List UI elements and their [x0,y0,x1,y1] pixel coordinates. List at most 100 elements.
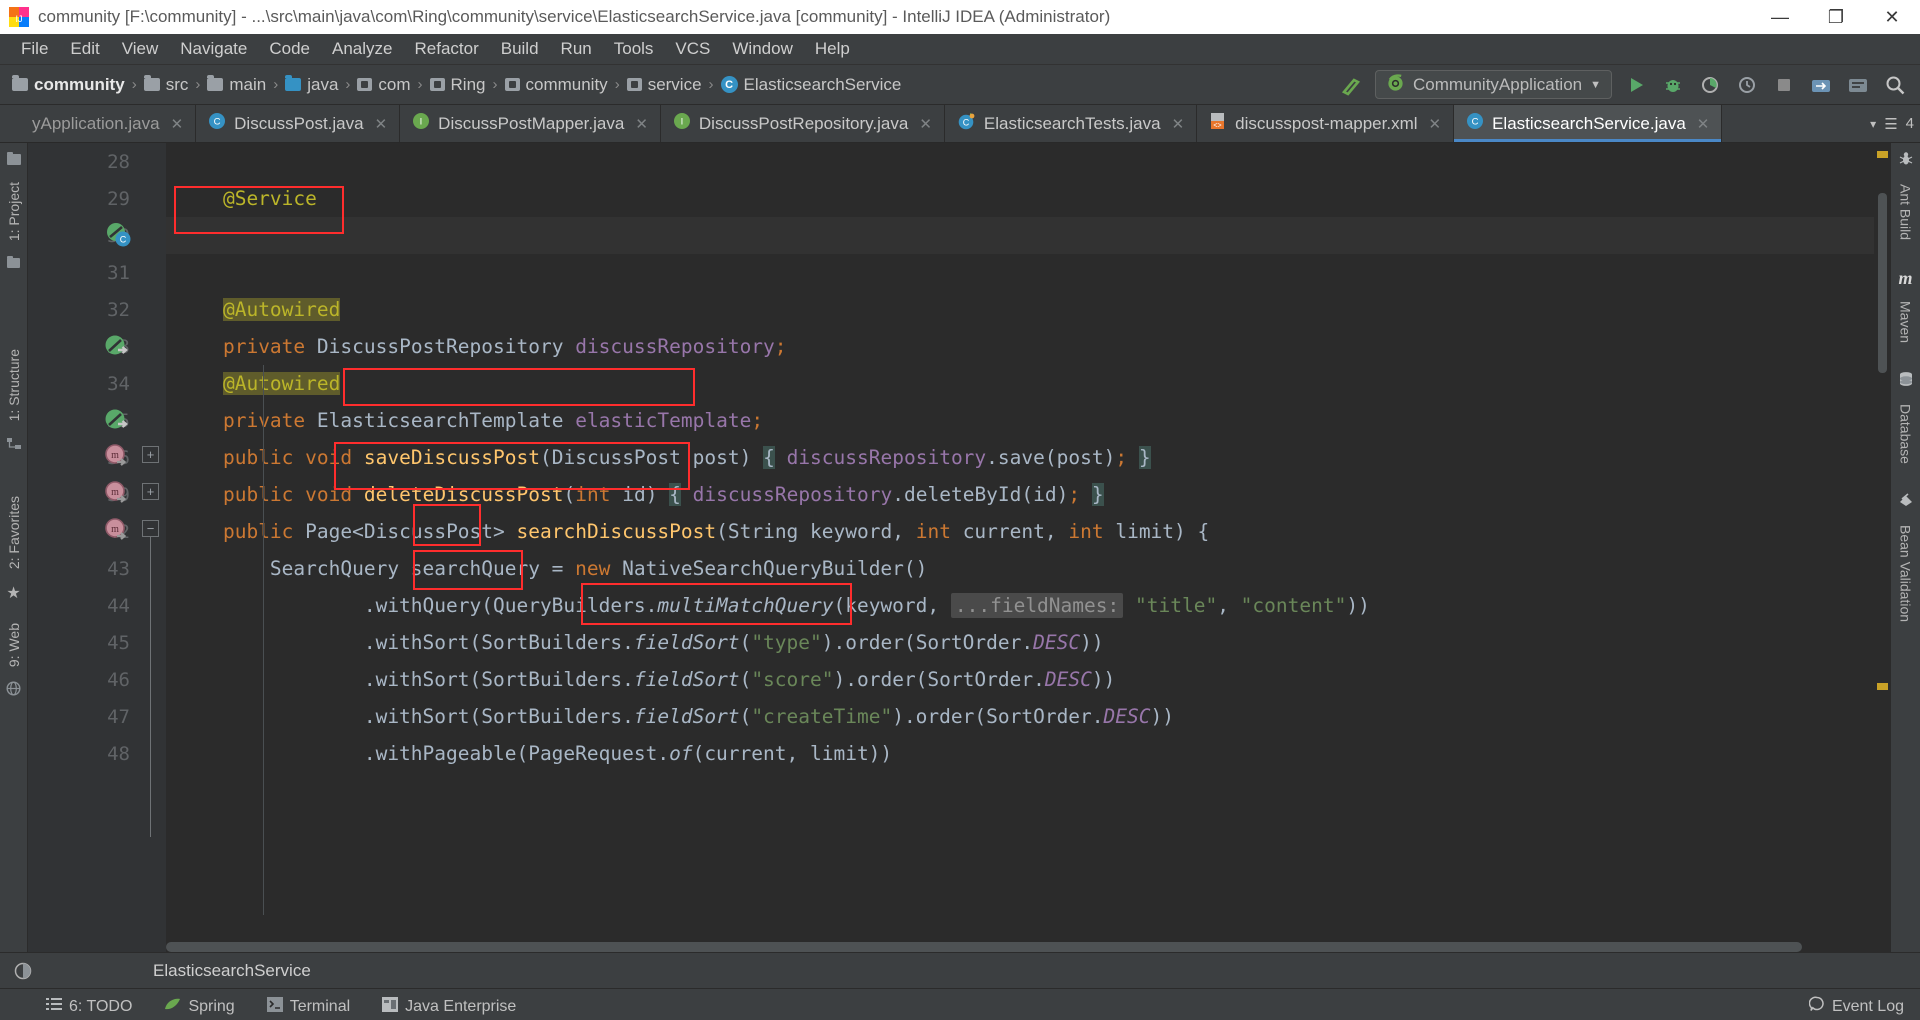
tab-close-icon[interactable]: ✕ [171,115,184,133]
editor-text-area[interactable]: @Service public class ElasticsearchServi… [166,143,1890,952]
settings-icon[interactable] [1845,72,1871,98]
menu-window[interactable]: Window [721,36,803,62]
structure-group-icon [6,255,22,275]
tab-discusspost-java[interactable]: C DiscussPost.java ✕ [196,105,401,142]
class-breadcrumb-icon[interactable] [8,962,38,980]
fold-expand-icon[interactable]: + [142,483,159,500]
sidebar-item-project[interactable]: 1: Project [2,174,26,249]
fold-expand-icon[interactable]: + [142,446,159,463]
breadcrumb-item-com[interactable]: com [355,75,412,95]
update-project-icon[interactable] [1808,72,1834,98]
xml-file-icon: <> [1209,112,1227,135]
code-editor[interactable]: 28 29 30 31 32 33 34 35 36 39 42 43 44 4… [28,143,1890,952]
tab-overflow-area: ▾ ☰ 4 [1870,105,1920,142]
tab-list-icon[interactable]: ☰ [1884,115,1897,133]
breadcrumb-item-community-module[interactable]: community [10,75,127,95]
debug-icon[interactable] [1660,72,1686,98]
line-number: 32 [107,298,130,321]
chevron-down-icon[interactable]: ▼ [1590,79,1601,91]
tab-close-icon[interactable]: ✕ [1172,115,1185,133]
editor-horizontal-scrollbar[interactable] [166,942,1870,952]
fold-collapse-icon[interactable]: − [142,520,159,537]
toolwindow-terminal[interactable]: Terminal [251,996,366,1017]
menu-vcs[interactable]: VCS [664,36,721,62]
tab-discusspost-mapper-xml[interactable]: <> discusspost-mapper.xml ✕ [1197,105,1455,142]
breadcrumb-item-community-pkg[interactable]: community [503,75,610,95]
menu-run[interactable]: Run [550,36,603,62]
menu-tools[interactable]: Tools [603,36,665,62]
class-gutter-icon[interactable]: C [104,221,132,249]
breadcrumb-item-ring[interactable]: Ring [428,75,488,95]
run-icon[interactable] [1623,72,1649,98]
menu-help[interactable]: Help [804,36,861,62]
method-override-gutter-icon[interactable]: m [104,517,132,545]
editor-vertical-scrollbar[interactable] [1878,193,1887,373]
stop-icon[interactable] [1771,72,1797,98]
sidebar-item-maven[interactable]: Maven [1894,291,1918,353]
svg-text:m: m [111,524,119,535]
tab-close-icon[interactable]: ✕ [1697,115,1710,133]
run-configuration-selector[interactable]: CommunityApplication ▼ [1374,70,1612,99]
toolwindow-todo[interactable]: 6: TODO [30,997,148,1016]
method-override-gutter-icon[interactable]: m [104,443,132,471]
breadcrumb-item-src[interactable]: src [142,75,191,95]
right-tool-rail: Ant Build m Maven Database Bean Validati… [1890,143,1920,952]
build-hammer-icon[interactable] [1338,72,1364,98]
search-everywhere-icon[interactable] [1882,72,1908,98]
line-number: 46 [107,668,130,691]
sidebar-item-ant-build[interactable]: Ant Build [1894,174,1918,250]
tab-discusspostrepository-java[interactable]: I DiscussPostRepository.java ✕ [661,105,945,142]
toolwindow-java-enterprise[interactable]: Java Enterprise [366,996,532,1017]
autowired-bean-gutter-icon[interactable] [104,333,132,361]
breadcrumb-item-main[interactable]: main [205,75,268,95]
editor-fold-column[interactable]: + + − [136,143,166,952]
menu-edit[interactable]: Edit [59,36,110,62]
toolwindow-label: Java Enterprise [405,997,517,1015]
editor-breadcrumb-label[interactable]: ElasticsearchService [153,961,311,981]
sidebar-item-web[interactable]: 9: Web [2,615,26,675]
tab-elasticsearchtests-java[interactable]: C ElasticsearchTests.java ✕ [945,105,1198,142]
menu-refactor[interactable]: Refactor [403,36,489,62]
sidebar-item-bean-validation[interactable]: Bean Validation [1894,515,1918,632]
tab-yapplication-java[interactable]: yApplication.java ✕ [0,105,197,142]
sidebar-item-structure[interactable]: 1: Structure [2,341,26,429]
profile-icon[interactable] [1734,72,1760,98]
editor-gutter[interactable]: 28 29 30 31 32 33 34 35 36 39 42 43 44 4… [28,143,136,952]
menu-view[interactable]: View [111,36,170,62]
sidebar-item-favorites[interactable]: 2: Favorites [2,488,26,577]
breadcrumb-separator: › [131,76,137,93]
breadcrumb-item-java[interactable]: java [283,75,340,95]
structure-icon [6,436,22,456]
marker-warning[interactable] [1877,151,1888,158]
tab-elasticsearchservice-java[interactable]: C ElasticsearchService.java ✕ [1454,105,1723,142]
tab-close-icon[interactable]: ✕ [1429,115,1442,133]
tab-close-icon[interactable]: ✕ [375,115,388,133]
menu-build[interactable]: Build [490,36,550,62]
sidebar-item-database[interactable]: Database [1894,394,1918,474]
editor-marker-bar[interactable] [1874,143,1890,952]
tab-close-icon[interactable]: ✕ [635,115,648,133]
tab-discusspostmapper-java[interactable]: I DiscussPostMapper.java ✕ [400,105,661,142]
svg-text:<>: <> [1214,123,1222,130]
menu-file[interactable]: File [10,36,59,62]
close-button[interactable]: ✕ [1864,0,1920,34]
method-override-gutter-icon[interactable]: m [104,480,132,508]
event-log-button[interactable]: Event Log [1793,996,1920,1017]
marker-warning[interactable] [1877,683,1888,690]
autowired-bean-gutter-icon[interactable] [104,407,132,435]
tab-overflow-chevron-icon[interactable]: ▾ [1870,117,1876,131]
breadcrumb-separator: › [417,76,423,93]
maximize-button[interactable]: ❐ [1808,0,1864,34]
svg-text:C: C [214,117,221,128]
menu-navigate[interactable]: Navigate [169,36,258,62]
java-enterprise-icon [382,996,399,1017]
menu-analyze[interactable]: Analyze [321,36,403,62]
toolwindow-spring[interactable]: Spring [148,997,250,1017]
breadcrumb-item-elasticsearchservice[interactable]: C ElasticsearchService [719,75,904,95]
menu-code[interactable]: Code [258,36,321,62]
code-line-45: .withSort(SortBuilders.fieldSort("type")… [176,631,1104,654]
tab-close-icon[interactable]: ✕ [919,115,932,133]
run-with-coverage-icon[interactable] [1697,72,1723,98]
breadcrumb-item-service[interactable]: service [625,75,704,95]
minimize-button[interactable]: — [1752,0,1808,34]
